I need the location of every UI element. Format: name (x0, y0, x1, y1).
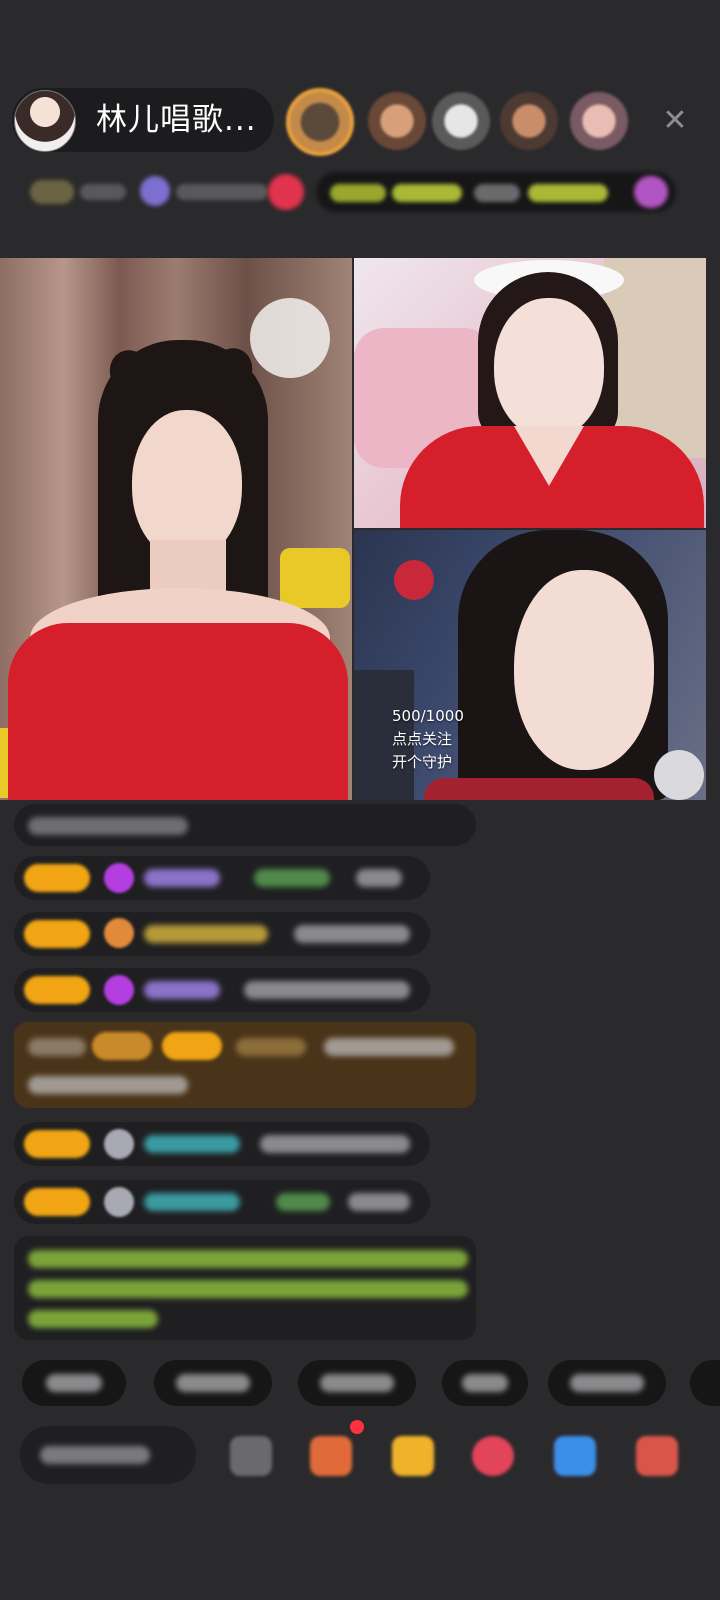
chat-input[interactable] (20, 1426, 196, 1484)
quick-reply-chip[interactable] (442, 1360, 528, 1406)
heart-icon[interactable] (268, 174, 304, 210)
level-badge (24, 976, 90, 1004)
rank-badge[interactable] (30, 180, 74, 204)
room-info-bar[interactable] (16, 170, 706, 216)
gem-icon (104, 863, 134, 893)
level-badge (24, 1188, 90, 1216)
user-avatar (104, 1129, 134, 1159)
quick-reply-chip[interactable] (298, 1360, 416, 1406)
treasure-icon[interactable] (392, 1436, 434, 1476)
medal-icon (104, 918, 134, 948)
fans-text (176, 184, 268, 200)
viewer-avatar[interactable] (368, 92, 426, 150)
main-video[interactable] (0, 258, 352, 800)
chat-message[interactable] (14, 856, 430, 900)
rank-text (80, 184, 126, 200)
system-message (14, 1236, 476, 1340)
host-info[interactable]: 林儿唱歌... (12, 88, 274, 152)
fan-badge (92, 1032, 152, 1060)
quick-reply-chip[interactable] (690, 1360, 720, 1406)
quick-reply-chip[interactable] (154, 1360, 272, 1406)
ticker-text (528, 184, 608, 202)
user-avatar (104, 1187, 134, 1217)
task-icon[interactable] (310, 1436, 352, 1476)
level-badge (162, 1032, 222, 1060)
notification-dot (350, 1420, 364, 1434)
quick-reply-chip[interactable] (22, 1360, 126, 1406)
level-badge (24, 864, 90, 892)
ticker-text (392, 184, 462, 202)
chat-message[interactable] (14, 912, 430, 956)
viewer-avatar[interactable] (432, 92, 490, 150)
host-name: 林儿唱歌... (96, 102, 257, 138)
chat-message[interactable] (14, 1180, 430, 1224)
chat-message[interactable] (14, 804, 476, 846)
viewer-avatar[interactable] (570, 92, 628, 150)
host-avatar[interactable] (14, 90, 76, 152)
emoji-icon[interactable] (230, 1436, 272, 1476)
guard-prompt[interactable]: 开个守护 (392, 752, 482, 773)
chat-message[interactable] (14, 1122, 430, 1166)
fans-icon[interactable] (140, 176, 170, 206)
viewer-avatar[interactable] (500, 92, 558, 150)
gift-icon[interactable] (634, 176, 668, 208)
guard-progress: 500/1000 (392, 707, 464, 725)
close-icon[interactable]: ✕ (658, 104, 692, 138)
pk-icon[interactable] (472, 1436, 514, 1476)
quick-reply-chip[interactable] (548, 1360, 666, 1406)
level-badge (24, 920, 90, 948)
ticker-text (330, 184, 386, 202)
follow-prompt[interactable]: 点点关注 (392, 729, 482, 750)
game-icon[interactable] (554, 1436, 596, 1476)
highlight-message[interactable] (14, 1022, 476, 1108)
guest-video-top[interactable] (354, 258, 706, 528)
ticker-text (474, 184, 520, 202)
gem-icon (104, 975, 134, 1005)
level-badge (24, 1130, 90, 1158)
chat-message[interactable] (14, 968, 430, 1012)
viewer-avatar[interactable] (286, 88, 354, 156)
gift-icon[interactable] (636, 1436, 678, 1476)
